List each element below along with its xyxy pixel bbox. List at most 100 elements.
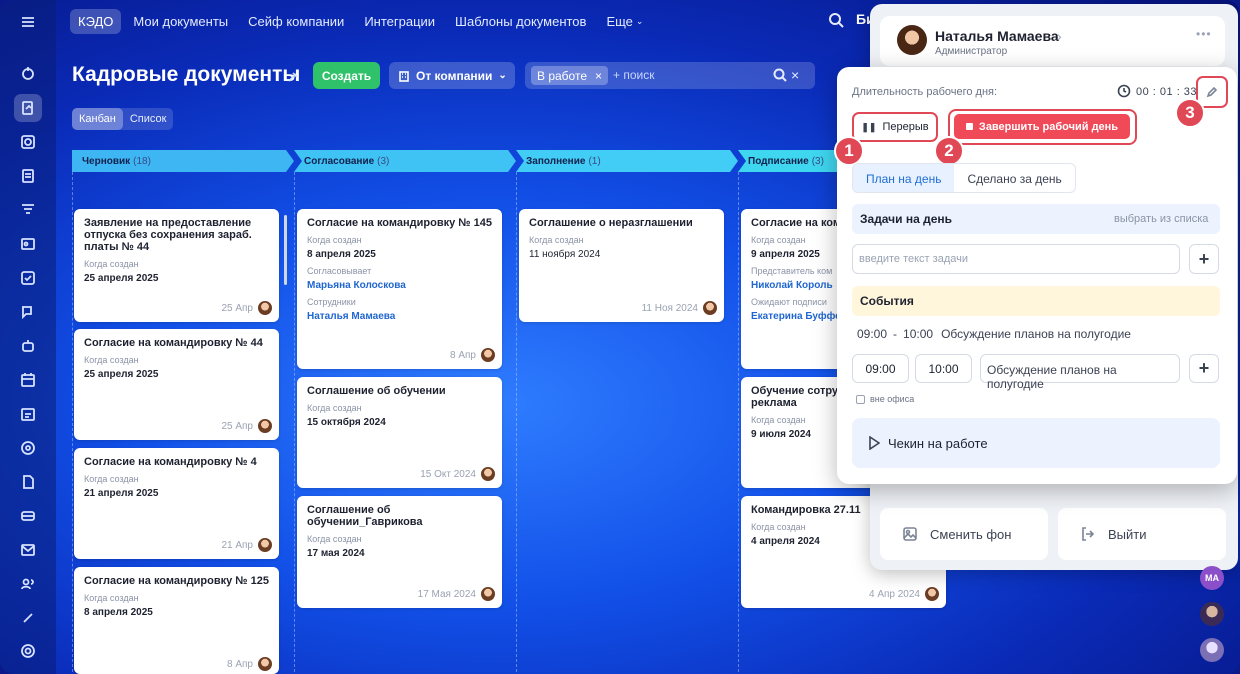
search-icon[interactable] (828, 12, 844, 28)
mail-icon[interactable] (14, 536, 42, 564)
filter-chip-in-work[interactable]: В работе × (531, 66, 609, 85)
checkbox-box[interactable] (856, 394, 865, 404)
search-icon[interactable] (773, 68, 787, 87)
break-button[interactable]: ❚❚ Перерыв (852, 112, 938, 142)
column-divider (294, 172, 295, 672)
checkbox-icon[interactable] (14, 264, 42, 292)
column-filling[interactable]: Заполнение (1) (516, 150, 601, 172)
app-window: КЭДО Мои документы Сейф компании Интегра… (0, 0, 1240, 674)
avatar[interactable]: MA (1200, 566, 1224, 590)
create-button[interactable]: Создать (313, 62, 380, 89)
calendar-icon[interactable] (14, 366, 42, 394)
column-signing[interactable]: Подписание (3) (738, 150, 824, 172)
task-text-input[interactable]: введите текст задачи (852, 244, 1180, 274)
card-footer: 8 Апр (227, 656, 273, 672)
search-input[interactable]: + поиск (613, 68, 654, 82)
tab-plan-for-day[interactable]: План на день (853, 164, 955, 192)
nav-logo-kedo[interactable]: КЭДО (70, 8, 122, 34)
avatar (257, 300, 273, 316)
event-item[interactable]: 09:00 - 10:00 Обсуждение планов на полуг… (857, 327, 1131, 341)
end-workday-button[interactable]: Завершить рабочий день (954, 114, 1130, 139)
column-count: (18) (133, 155, 151, 167)
nav-integrations[interactable]: Интеграции (364, 14, 435, 29)
column-scrollbar[interactable] (284, 215, 287, 285)
storage-icon[interactable] (14, 502, 42, 530)
tab-done-for-day[interactable]: Сделано за день (954, 164, 1074, 192)
kanban-card[interactable]: Соглашение об обучении Когда создан 15 о… (297, 377, 502, 488)
logout-button[interactable]: Выйти (1058, 508, 1226, 560)
documents-sign-icon[interactable] (14, 94, 42, 122)
close-icon[interactable]: × (595, 69, 602, 83)
change-background-button[interactable]: Сменить фон (880, 508, 1048, 560)
card-field-value: 8 апреля 2025 (84, 607, 153, 618)
column-approval[interactable]: Согласование (3) (294, 150, 389, 172)
card-date: 21 Апр (221, 539, 253, 551)
target-icon[interactable] (14, 434, 42, 462)
kanban-card[interactable]: Соглашение о неразглашении Когда создан … (519, 209, 724, 322)
card-footer: 25 Апр (221, 418, 273, 434)
file-icon[interactable] (14, 468, 42, 496)
avatar[interactable] (1200, 602, 1224, 626)
menu-icon[interactable] (14, 8, 42, 36)
column-divider (72, 172, 73, 672)
schedule-icon[interactable] (14, 400, 42, 428)
add-event-button[interactable]: + (1189, 354, 1219, 383)
filter-icon[interactable] (14, 196, 42, 224)
kanban-card[interactable]: Согласие на командировку № 44 Когда созд… (74, 329, 279, 440)
robot-icon[interactable] (14, 332, 42, 360)
filter-search-box[interactable]: В работе × + поиск × (525, 62, 815, 89)
card-field-value: 11 ноября 2024 (529, 249, 601, 260)
document-icon[interactable] (14, 162, 42, 190)
kanban-card[interactable]: Соглашение об обучении_Гаврикова Когда с… (297, 496, 502, 608)
id-card-icon[interactable] (14, 230, 42, 258)
from-company-dropdown[interactable]: От компании ⌄ (389, 62, 515, 89)
card-title: Заявление на предоставление отпуска без … (84, 217, 252, 253)
chevron-right-icon[interactable]: › (1057, 28, 1062, 44)
checkin-button[interactable]: Чекин на работе (852, 418, 1220, 468)
end-workday-label: Завершить рабочий день (978, 120, 1119, 133)
card-footer: 4 Апр 2024 (869, 586, 940, 602)
nav-my-documents[interactable]: Мои документы (133, 14, 228, 29)
users-icon[interactable] (14, 570, 42, 598)
pin-icon[interactable] (287, 70, 299, 82)
event-end-field[interactable]: 10:00 (915, 354, 972, 383)
profile-name[interactable]: Наталья Мамаева (935, 28, 1059, 44)
safe-icon[interactable] (14, 128, 42, 156)
event-text-field[interactable]: Обсуждение планов на полугодие (980, 354, 1180, 391)
pen-icon[interactable] (14, 604, 42, 632)
card-field-value: 25 апреля 2025 (84, 369, 159, 380)
kanban-card[interactable]: Заявление на предоставление отпуска без … (74, 209, 279, 322)
settings-icon[interactable] (14, 637, 42, 665)
checkin-label: Чекин на работе (888, 435, 988, 451)
card-title: Соглашение о неразглашении (529, 217, 693, 229)
offsite-checkbox[interactable]: вне офиса (856, 394, 914, 404)
card-field-value: 25 апреля 2025 (84, 273, 159, 284)
plus-icon: + (1198, 358, 1210, 378)
clear-icon[interactable]: × (791, 67, 799, 83)
add-task-button[interactable]: + (1189, 244, 1219, 274)
nav-more[interactable]: Еще ⌄ (606, 14, 643, 29)
kanban-card[interactable]: Согласие на командировку № 125 Когда соз… (74, 567, 279, 674)
nav-templates[interactable]: Шаблоны документов (455, 14, 586, 29)
tab-kanban[interactable]: Канбан (72, 108, 123, 130)
card-title: Согласие на командировку № 44 (84, 337, 263, 349)
card-employee-link[interactable]: Наталья Мамаева (307, 311, 492, 322)
more-options-icon[interactable]: ••• (1196, 27, 1212, 41)
refresh-icon[interactable] (14, 60, 42, 88)
kanban-card[interactable]: Согласие на командировку № 145 Когда соз… (297, 209, 502, 369)
nav-company-safe[interactable]: Сейф компании (248, 14, 344, 29)
card-field-value: 21 апреля 2025 (84, 488, 159, 499)
card-footer: 17 Мая 2024 (418, 586, 496, 602)
tab-list[interactable]: Список (123, 108, 174, 130)
column-draft[interactable]: Черновик (18) (72, 150, 151, 172)
avatar[interactable] (1200, 638, 1224, 662)
card-approver-link[interactable]: Марьяна Колоскова (307, 280, 492, 291)
tasks-title: Задачи на день (860, 212, 953, 226)
card-date: 17 Мая 2024 (417, 588, 476, 600)
event-end: 10:00 (903, 327, 934, 341)
event-start-field[interactable]: 09:00 (852, 354, 909, 383)
chat-icon[interactable] (14, 298, 42, 326)
pick-from-list-link[interactable]: выбрать из списка (1114, 213, 1208, 225)
clock-icon (1117, 84, 1131, 103)
kanban-card[interactable]: Согласие на командировку № 4 Когда созда… (74, 448, 279, 559)
